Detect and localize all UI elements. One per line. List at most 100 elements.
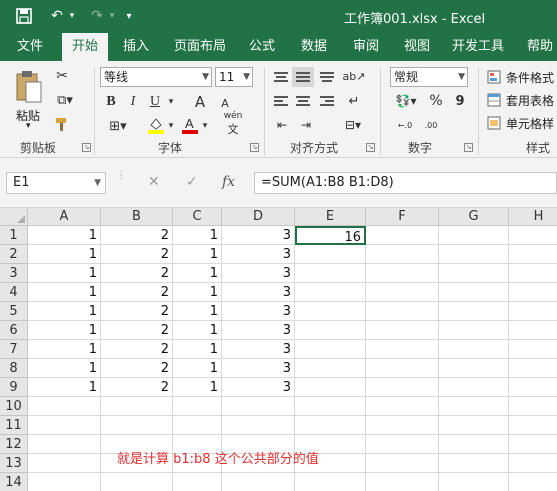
underline-button[interactable]: U [148, 93, 162, 111]
cell-f7[interactable] [366, 340, 439, 359]
fill-color-dropdown-icon[interactable]: ▾ [166, 117, 176, 135]
cell-g7[interactable] [439, 340, 509, 359]
cell-a4[interactable]: 1 [28, 283, 101, 302]
cell-c14[interactable] [173, 473, 222, 491]
underline-dropdown-icon[interactable]: ▾ [166, 93, 176, 111]
worksheet-grid[interactable]: A B C D E F G H 1 1 2 1 3 16 2 1 2 1 3 3 1 2 1 3 4 1 2 1 3 5 1 2 1 3 6 1 2 1 3… [0, 208, 557, 491]
row-header-7[interactable]: 7 [0, 340, 28, 359]
cell-h1[interactable] [509, 226, 557, 245]
tab-home[interactable]: 开始 [62, 33, 108, 62]
cell-d7[interactable]: 3 [222, 340, 295, 359]
row-header-6[interactable]: 6 [0, 321, 28, 340]
cell-g3[interactable] [439, 264, 509, 283]
cell-d10[interactable] [222, 397, 295, 416]
cell-c9[interactable]: 1 [173, 378, 222, 397]
cell-c7[interactable]: 1 [173, 340, 222, 359]
phonetic-button[interactable]: wén 文 [222, 111, 244, 136]
cell-e4[interactable] [295, 283, 366, 302]
percent-button[interactable]: % [428, 92, 444, 110]
cell-e9[interactable] [295, 378, 366, 397]
cell-c1[interactable]: 1 [173, 226, 222, 245]
cell-d3[interactable]: 3 [222, 264, 295, 283]
cell-e8[interactable] [295, 359, 366, 378]
cell-b2[interactable]: 2 [101, 245, 173, 264]
column-header-c[interactable]: C [173, 208, 222, 226]
cell-e11[interactable] [295, 416, 366, 435]
cell-f13[interactable] [366, 454, 439, 473]
cell-f12[interactable] [366, 435, 439, 454]
cell-h14[interactable] [509, 473, 557, 491]
borders-icon[interactable]: ⊞▾ [104, 117, 132, 135]
cell-g13[interactable] [439, 454, 509, 473]
row-header-3[interactable]: 3 [0, 264, 28, 283]
format-as-table-button[interactable]: 套用表格 [506, 92, 554, 109]
cell-b5[interactable]: 2 [101, 302, 173, 321]
undo-icon[interactable]: ↶ [46, 7, 68, 25]
cell-h8[interactable] [509, 359, 557, 378]
comma-style-button[interactable]: 9 [452, 92, 468, 110]
cell-d1[interactable]: 3 [222, 226, 295, 245]
font-name-select[interactable]: 等线 ▼ [100, 67, 212, 87]
cell-h6[interactable] [509, 321, 557, 340]
align-right-icon[interactable] [318, 93, 336, 109]
cell-f8[interactable] [366, 359, 439, 378]
grow-font-button[interactable]: A [192, 93, 208, 111]
tab-view[interactable]: 视图 [397, 33, 437, 61]
row-header-4[interactable]: 4 [0, 283, 28, 302]
merge-center-icon[interactable]: ⊟▾ [338, 117, 368, 133]
fill-color-icon[interactable] [146, 115, 166, 135]
copy-icon[interactable]: ⧉▾ [52, 91, 78, 109]
cell-a1[interactable]: 1 [28, 226, 101, 245]
row-header-9[interactable]: 9 [0, 378, 28, 397]
cell-g1[interactable] [439, 226, 509, 245]
column-header-f[interactable]: F [366, 208, 439, 226]
cell-e5[interactable] [295, 302, 366, 321]
cell-a6[interactable]: 1 [28, 321, 101, 340]
cell-c3[interactable]: 1 [173, 264, 222, 283]
row-header-14[interactable]: 14 [0, 473, 28, 491]
cell-a3[interactable]: 1 [28, 264, 101, 283]
cell-h10[interactable] [509, 397, 557, 416]
tab-insert[interactable]: 插入 [114, 33, 158, 61]
align-left-icon[interactable] [272, 93, 290, 109]
cell-e2[interactable] [295, 245, 366, 264]
formula-input[interactable]: =SUM(A1:B8 B1:D8) [254, 172, 557, 194]
undo-dropdown-icon[interactable]: ▾ [66, 7, 78, 25]
number-launcher-icon[interactable]: ↘ [464, 143, 473, 152]
cell-g2[interactable] [439, 245, 509, 264]
tab-review[interactable]: 审阅 [346, 33, 386, 61]
cell-a12[interactable] [28, 435, 101, 454]
cell-b10[interactable] [101, 397, 173, 416]
align-top-icon[interactable] [272, 69, 290, 85]
column-header-b[interactable]: B [101, 208, 173, 226]
cell-g14[interactable] [439, 473, 509, 491]
cell-e14[interactable] [295, 473, 366, 491]
cell-d8[interactable]: 3 [222, 359, 295, 378]
row-header-8[interactable]: 8 [0, 359, 28, 378]
paste-icon[interactable] [12, 67, 46, 107]
cell-f9[interactable] [366, 378, 439, 397]
select-all-button[interactable] [0, 208, 28, 226]
customize-toolbar-icon[interactable]: ▾ [122, 7, 136, 25]
cell-g4[interactable] [439, 283, 509, 302]
cell-c10[interactable] [173, 397, 222, 416]
row-header-2[interactable]: 2 [0, 245, 28, 264]
cell-a9[interactable]: 1 [28, 378, 101, 397]
cell-g9[interactable] [439, 378, 509, 397]
cell-h12[interactable] [509, 435, 557, 454]
increase-indent-icon[interactable]: ⇥ [296, 117, 316, 133]
font-launcher-icon[interactable]: ↘ [250, 143, 259, 152]
cell-e1-selected[interactable]: 16 [295, 226, 366, 245]
cell-g5[interactable] [439, 302, 509, 321]
wrap-text-icon[interactable]: ↵ [344, 93, 364, 109]
cell-b7[interactable]: 2 [101, 340, 173, 359]
enter-icon[interactable]: ✓ [186, 174, 198, 190]
conditional-formatting-button[interactable]: 条件格式 [506, 69, 554, 86]
redo-icon[interactable]: ↷ [86, 7, 108, 25]
cell-h7[interactable] [509, 340, 557, 359]
cell-b8[interactable]: 2 [101, 359, 173, 378]
cell-d4[interactable]: 3 [222, 283, 295, 302]
conditional-formatting-icon[interactable] [486, 69, 502, 85]
align-middle-icon[interactable] [292, 67, 314, 87]
cell-d14[interactable] [222, 473, 295, 491]
